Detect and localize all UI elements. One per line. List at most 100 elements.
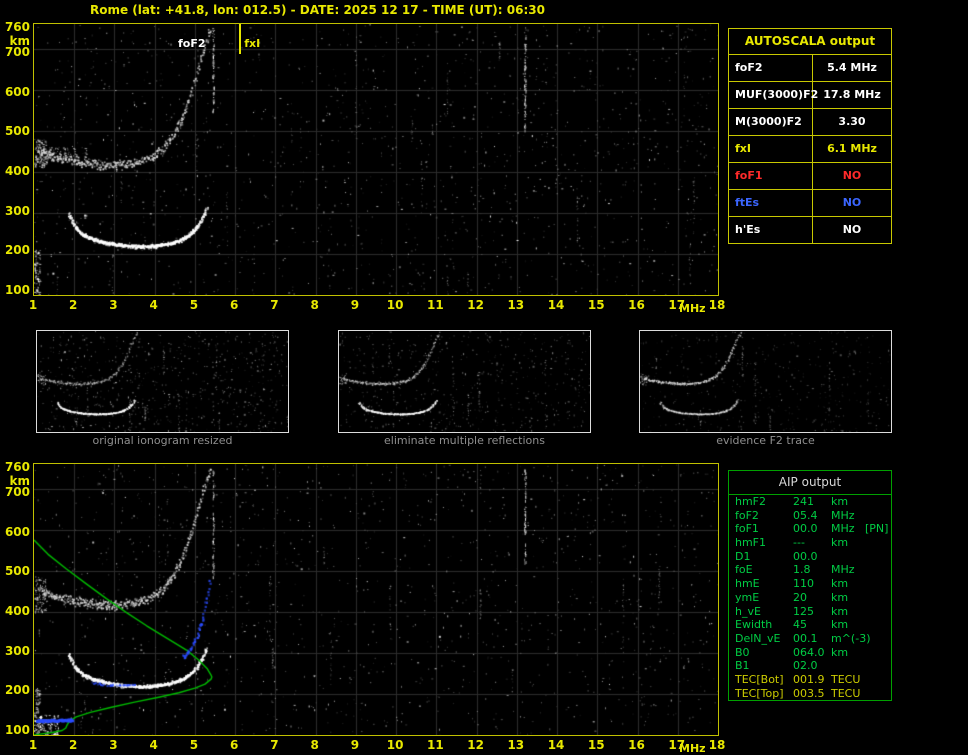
aip-label: TEC[Top]	[735, 686, 784, 700]
fxi-label: fxI	[244, 37, 261, 50]
aip-unit: km	[831, 645, 849, 659]
autoscala-row-label: h'Es	[729, 217, 813, 243]
aip-label: B0	[735, 645, 750, 659]
y-tick-label: 400	[4, 163, 30, 178]
aip-unit: km	[831, 536, 849, 550]
autoscala-row-value: NO	[842, 223, 862, 236]
aip-extra	[865, 646, 891, 660]
autoscala-row-value: 17.8 MHz	[823, 88, 881, 101]
y-tick-label: 300	[4, 203, 30, 218]
x-tick-label: 10	[386, 738, 404, 752]
ionogram-top-canvas	[34, 24, 718, 295]
x-tick-label: 5	[189, 738, 199, 752]
aip-extra	[865, 673, 891, 687]
autoscala-row-label: foF1	[729, 163, 813, 189]
x-tick-label: 2	[69, 738, 78, 752]
x-tick-label: 15	[587, 298, 605, 312]
aip-unit: km	[831, 577, 849, 591]
ionogram-bottom-canvas	[34, 464, 718, 735]
ionogram-plot-bottom	[33, 463, 719, 736]
aip-value: 1.8	[793, 563, 811, 577]
aip-extra	[865, 509, 891, 523]
aip-extra	[865, 591, 891, 605]
x-tick-label: 13	[507, 298, 525, 312]
autoscala-row-fof2: foF2 5.4 MHz	[729, 55, 891, 82]
fxi-marker-line	[239, 24, 242, 54]
aip-value: 02.0	[793, 659, 818, 673]
aip-value: 125	[793, 604, 814, 618]
aip-label: hmF2	[735, 495, 767, 508]
x-tick-label: 12	[467, 298, 484, 312]
autoscala-row-value: NO	[842, 169, 862, 182]
autoscala-row-value: 5.4 MHz	[827, 61, 877, 74]
autoscala-table-header: AUTOSCALA output	[729, 29, 891, 55]
aip-row-yme: ymE 20 km	[729, 591, 891, 605]
aip-extra	[865, 605, 891, 619]
thumbnail-eliminate-canvas	[339, 331, 590, 432]
autoscala-row-fxi: fxI 6.1 MHz	[729, 136, 891, 163]
x-tick-label: 12	[467, 738, 484, 752]
aip-value: 001.9	[793, 672, 825, 686]
aip-row-deln-ve: DelN_vE 00.1 m^(-3)	[729, 632, 891, 646]
aip-unit: TECU	[831, 686, 861, 700]
y-tick-label: 500	[4, 124, 30, 139]
aip-output-table: AIP output hmF2 241 km foF2 05.4 MHz foF1 00.0 M…	[728, 470, 892, 702]
autoscala-row-value: NO	[842, 196, 862, 209]
aip-row-hme: hmE 110 km	[729, 577, 891, 591]
x-tick-label: 14	[547, 298, 565, 312]
x-tick-label: 3	[109, 738, 118, 752]
x-tick-label: 18	[708, 298, 726, 312]
aip-value: 20	[793, 590, 807, 604]
aip-unit: km	[831, 618, 849, 632]
x-tick-label: 15	[587, 738, 605, 752]
x-tick-label: 13	[507, 738, 525, 752]
aip-label: TEC[Bot]	[735, 672, 784, 686]
aip-row-tec-top-: TEC[Top] 003.5 TECU	[729, 687, 891, 701]
y-tick-label: 700	[4, 484, 30, 499]
aip-row-h-ve: h_vE 125 km	[729, 605, 891, 619]
y-tick-label: 100	[4, 283, 30, 298]
aip-value: 00.0	[793, 522, 818, 536]
aip-extra	[865, 495, 891, 509]
aip-row-b0: B0 064.0 km	[729, 646, 891, 660]
aip-extra	[865, 550, 891, 564]
x-tick-label: 10	[386, 298, 404, 312]
x-tick-label: 6	[229, 298, 239, 312]
x-tick-label: 16	[628, 738, 645, 752]
aip-row-ewidth: Ewidth 45 km	[729, 618, 891, 632]
aip-value: 110	[793, 577, 814, 591]
x-tick-label: 7	[270, 738, 279, 752]
x-tick-label: 8	[310, 298, 319, 312]
aip-unit: TECU	[831, 672, 861, 686]
x-axis-unit-label: MHz	[679, 302, 706, 315]
autoscala-row-label: foF2	[729, 55, 813, 81]
autoscala-row-h-es: h'Es NO	[729, 217, 891, 243]
autoscala-row-label: ftEs	[729, 190, 813, 216]
y-axis-max-label: 760	[4, 20, 30, 34]
aip-label: B1	[735, 659, 750, 673]
autoscala-row-muf-3000-f2: MUF(3000)F2 17.8 MHz	[729, 82, 891, 109]
aip-table-rows: hmF2 241 km foF2 05.4 MHz foF1 00.0 MHz [PN] hmF1 -…	[729, 495, 891, 700]
aip-unit: MHz	[831, 563, 855, 577]
x-tick-label: 1	[28, 738, 38, 752]
y-tick-label: 200	[4, 243, 30, 258]
aip-value: 45	[793, 618, 807, 632]
aip-label: hmE	[735, 577, 760, 591]
aip-unit: m^(-3)	[831, 631, 871, 645]
aip-extra	[865, 536, 891, 550]
x-tick-label: 8	[310, 738, 319, 752]
aip-extra	[865, 563, 891, 577]
x-tick-label: 2	[69, 298, 78, 312]
x-tick-label: 18	[708, 738, 726, 752]
aip-row-hmf1: hmF1 --- km	[729, 536, 891, 550]
aip-unit: km	[831, 495, 849, 508]
aip-table-header: AIP output	[729, 471, 891, 495]
aip-extra	[865, 632, 891, 646]
autoscala-output-table: AUTOSCALA output foF2 5.4 MHz MUF(3000)F2 1…	[728, 28, 892, 244]
aip-unit: km	[831, 604, 849, 618]
thumbnail-original-canvas	[37, 331, 288, 432]
y-tick-label: 700	[4, 44, 30, 59]
aip-extra	[865, 577, 891, 591]
y-tick-label: 300	[4, 643, 30, 658]
autoscala-row-value: 3.30	[838, 115, 866, 128]
